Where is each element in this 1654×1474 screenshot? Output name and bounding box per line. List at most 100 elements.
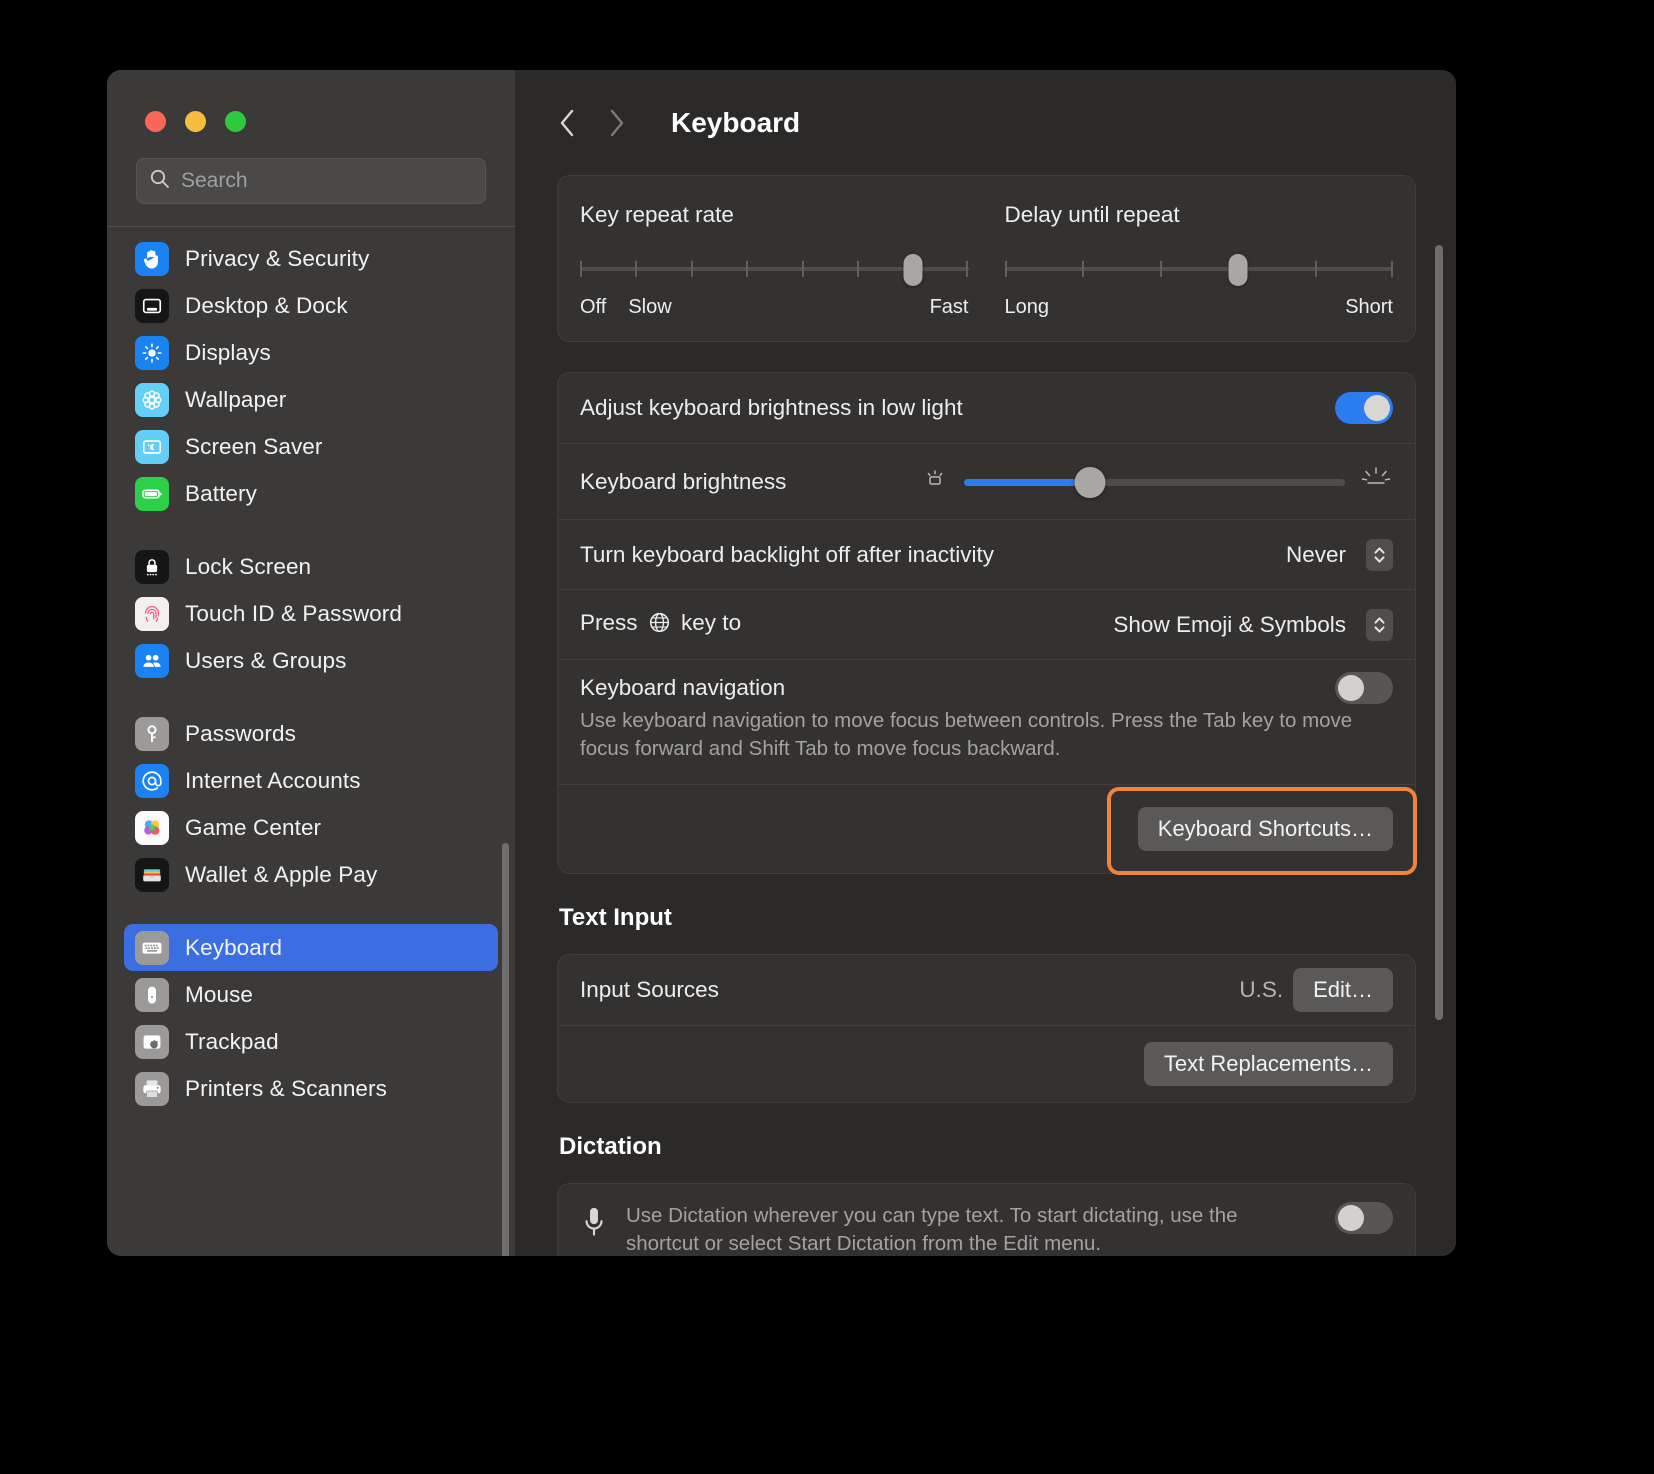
delay-until-repeat-slider[interactable] xyxy=(1005,254,1394,284)
fingerprint-icon xyxy=(135,597,169,631)
globe-key-popup[interactable]: Show Emoji & Symbols xyxy=(1113,609,1393,641)
key-repeat-rate-label: Key repeat rate xyxy=(580,202,969,228)
keyboard-shortcuts-button[interactable]: Keyboard Shortcuts… xyxy=(1138,807,1393,851)
adjust-brightness-row: Adjust keyboard brightness in low light xyxy=(558,373,1415,443)
sidebar-item-mouse[interactable]: Mouse xyxy=(124,971,498,1018)
sidebar-item-wallet-apple-pay[interactable]: Wallet & Apple Pay xyxy=(124,851,498,898)
backlight-off-value: Never xyxy=(1286,542,1346,568)
adjust-brightness-toggle[interactable] xyxy=(1335,392,1393,424)
sidebar-item-privacy-security[interactable]: Privacy & Security xyxy=(124,235,498,282)
dictation-heading: Dictation xyxy=(559,1133,1416,1161)
key-repeat-rate-group: Key repeat rate Off Slow xyxy=(580,202,1005,319)
slider-knob[interactable] xyxy=(1074,467,1105,498)
brightness-high-icon xyxy=(1359,464,1393,499)
sidebar-item-label: Game Center xyxy=(185,815,321,841)
search-icon xyxy=(149,168,171,195)
sidebar-item-trackpad[interactable]: Trackpad xyxy=(124,1018,498,1065)
at-sign-icon xyxy=(135,764,169,798)
globe-key-label-before: Press xyxy=(580,610,638,635)
adjust-brightness-label: Adjust keyboard brightness in low light xyxy=(580,395,1335,421)
sidebar-item-battery[interactable]: Battery xyxy=(124,470,498,517)
key-repeat-fast-label: Fast xyxy=(930,296,969,319)
sidebar-item-label: Passwords xyxy=(185,721,296,747)
back-button[interactable] xyxy=(557,106,579,140)
backlight-off-popup[interactable]: Never xyxy=(1286,539,1393,571)
sidebar-group-gap xyxy=(124,898,498,924)
sidebar-item-printers-scanners[interactable]: Printers & Scanners xyxy=(124,1065,498,1112)
sidebar-scroll-area: Privacy & Security Desktop & Dock Displa… xyxy=(107,227,515,1256)
slider-knob[interactable] xyxy=(903,254,922,286)
sidebar-item-label: Desktop & Dock xyxy=(185,293,348,319)
sidebar-list: Privacy & Security Desktop & Dock Displa… xyxy=(107,227,515,1112)
sidebar-item-label: Users & Groups xyxy=(185,648,346,674)
search-container xyxy=(107,158,515,204)
key-repeat-rate-slider[interactable] xyxy=(580,254,969,284)
sidebar-item-label: Internet Accounts xyxy=(185,768,361,794)
keyboard-shortcuts-row: Keyboard Shortcuts… xyxy=(558,784,1415,873)
sidebar-item-label: Wallpaper xyxy=(185,387,286,413)
keyboard-settings-card: Adjust keyboard brightness in low light … xyxy=(557,372,1416,874)
slider-knob[interactable] xyxy=(1228,254,1247,286)
keyboard-brightness-row: Keyboard brightness xyxy=(558,443,1415,519)
globe-icon xyxy=(648,611,671,640)
sidebar-item-label: Keyboard xyxy=(185,935,282,961)
sidebar-item-screen-saver[interactable]: Screen Saver xyxy=(124,423,498,470)
close-button[interactable] xyxy=(145,111,166,132)
sidebar: Privacy & Security Desktop & Dock Displa… xyxy=(107,70,515,1256)
microphone-icon xyxy=(580,1204,626,1247)
flower-icon xyxy=(135,383,169,417)
forward-button[interactable] xyxy=(605,106,627,140)
dictation-toggle[interactable] xyxy=(1335,1202,1393,1234)
sidebar-scrollbar[interactable] xyxy=(502,843,509,1256)
slider-track xyxy=(1005,267,1394,271)
zoom-button[interactable] xyxy=(225,111,246,132)
users-icon xyxy=(135,644,169,678)
text-replacements-row: Text Replacements… xyxy=(558,1025,1415,1102)
keyboard-navigation-row: Keyboard navigation xyxy=(558,659,1415,715)
brightness-icon xyxy=(135,336,169,370)
wallet-icon xyxy=(135,858,169,892)
sidebar-item-label: Screen Saver xyxy=(185,434,323,460)
sidebar-item-displays[interactable]: Displays xyxy=(124,329,498,376)
keyboard-navigation-toggle[interactable] xyxy=(1335,672,1393,704)
sidebar-item-label: Battery xyxy=(185,481,257,507)
keyboard-brightness-slider[interactable] xyxy=(964,469,1345,495)
dictation-card: Use Dictation wherever you can type text… xyxy=(557,1183,1416,1256)
sidebar-item-passwords[interactable]: Passwords xyxy=(124,710,498,757)
globe-key-value: Show Emoji & Symbols xyxy=(1113,612,1346,638)
sidebar-item-label: Wallet & Apple Pay xyxy=(185,862,377,888)
sidebar-item-label: Lock Screen xyxy=(185,554,311,580)
key-repeat-slow-label: Slow xyxy=(628,296,671,319)
delay-long-label: Long xyxy=(1005,296,1050,319)
slider-fill xyxy=(964,479,1090,486)
page-title: Keyboard xyxy=(671,107,800,139)
brightness-low-icon xyxy=(920,466,950,497)
minimize-button[interactable] xyxy=(185,111,206,132)
search-input[interactable] xyxy=(181,169,473,193)
keyboard-navigation-description: Use keyboard navigation to move focus be… xyxy=(558,707,1415,784)
sidebar-item-internet-accounts[interactable]: Internet Accounts xyxy=(124,757,498,804)
keyboard-icon xyxy=(135,931,169,965)
sidebar-item-game-center[interactable]: Game Center xyxy=(124,804,498,851)
main-scrollbar[interactable] xyxy=(1435,245,1443,1020)
sidebar-item-users-groups[interactable]: Users & Groups xyxy=(124,637,498,684)
input-sources-value: U.S. xyxy=(1239,977,1283,1003)
sidebar-item-wallpaper[interactable]: Wallpaper xyxy=(124,376,498,423)
key-repeat-off-label: Off xyxy=(580,296,606,319)
dictation-row: Use Dictation wherever you can type text… xyxy=(558,1184,1415,1256)
sidebar-item-touch-id[interactable]: Touch ID & Password xyxy=(124,590,498,637)
trackpad-icon xyxy=(135,1025,169,1059)
battery-icon xyxy=(135,477,169,511)
input-sources-edit-button[interactable]: Edit… xyxy=(1293,968,1393,1012)
text-input-card: Input Sources U.S. Edit… Text Replacemen… xyxy=(557,954,1416,1103)
delay-short-label: Short xyxy=(1345,296,1393,319)
search-box[interactable] xyxy=(136,158,486,204)
sidebar-item-lock-screen[interactable]: Lock Screen xyxy=(124,543,498,590)
key-icon xyxy=(135,717,169,751)
sidebar-item-desktop-dock[interactable]: Desktop & Dock xyxy=(124,282,498,329)
globe-key-row: Press key to Show Emoji & Symbols xyxy=(558,589,1415,659)
sidebar-item-keyboard[interactable]: Keyboard xyxy=(124,924,498,971)
sidebar-item-label: Mouse xyxy=(185,982,253,1008)
text-replacements-button[interactable]: Text Replacements… xyxy=(1144,1042,1393,1086)
delay-until-repeat-label: Delay until repeat xyxy=(1005,202,1394,228)
